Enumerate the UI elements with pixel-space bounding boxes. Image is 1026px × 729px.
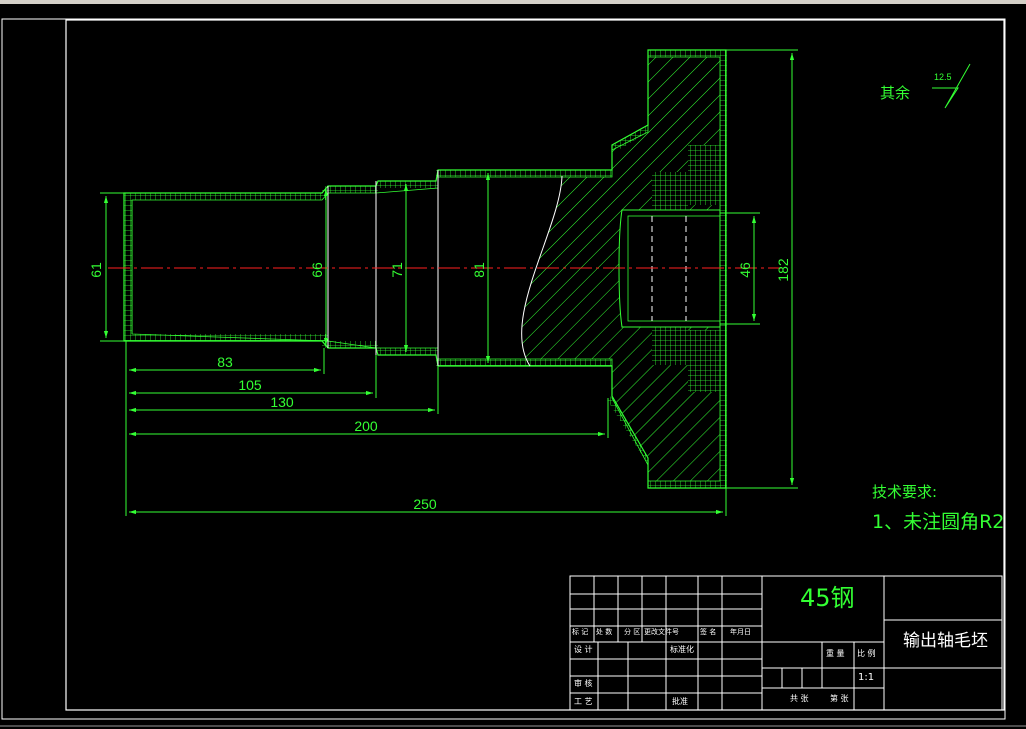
rev-header-sign: 签 名	[700, 628, 717, 636]
rev-header-doc: 更改文件号	[644, 628, 679, 636]
dim-length-105: 105	[238, 377, 262, 393]
tech-requirement-1: 1、未注圆角R2	[872, 511, 1004, 533]
window-top-strip	[0, 0, 1026, 4]
dim-length-83: 83	[217, 354, 233, 370]
rev-header-mark: 标 记	[572, 628, 589, 636]
roughness-value: 12.5	[934, 72, 952, 82]
label-design: 设 计	[574, 645, 593, 654]
label-weight: 重 量	[826, 649, 845, 658]
material-label: 45钢	[800, 584, 855, 612]
label-review: 审 核	[574, 679, 593, 688]
dim-diameter-61: 61	[88, 262, 104, 278]
dim-length-250: 250	[413, 496, 437, 512]
dim-diameter-46: 46	[737, 262, 753, 278]
roughness-label: 其余	[880, 84, 910, 102]
roughness-symbol: 其余 12.5	[880, 63, 971, 109]
label-sheet-no: 第 张	[830, 694, 849, 703]
cad-drawing: 61 66 71 81 46 182 83 105 130 200 250 其余…	[0, 0, 1026, 727]
scale-value: 1:1	[858, 672, 875, 683]
rev-header-count: 处 数	[596, 628, 613, 636]
dim-length-200: 200	[354, 418, 378, 434]
dim-diameter-81: 81	[471, 262, 487, 278]
rev-header-date: 年月日	[730, 628, 751, 636]
label-standardize: 标准化	[670, 645, 694, 654]
label-sheets-total: 共 张	[790, 694, 809, 703]
tech-requirements-heading: 技术要求:	[872, 483, 937, 501]
rev-header-zone: 分 区	[624, 628, 641, 636]
dim-length-130: 130	[270, 394, 294, 410]
label-ratio: 比 例	[857, 649, 876, 658]
dim-diameter-71: 71	[389, 262, 405, 278]
dim-diameter-182: 182	[775, 258, 791, 282]
dim-diameter-66: 66	[309, 262, 325, 278]
part-name: 输出轴毛坯	[903, 631, 988, 651]
label-approve: 批准	[672, 697, 688, 706]
shaft-blank	[123, 49, 727, 489]
outer-frame	[1, 18, 1006, 720]
label-process: 工 艺	[574, 697, 593, 706]
